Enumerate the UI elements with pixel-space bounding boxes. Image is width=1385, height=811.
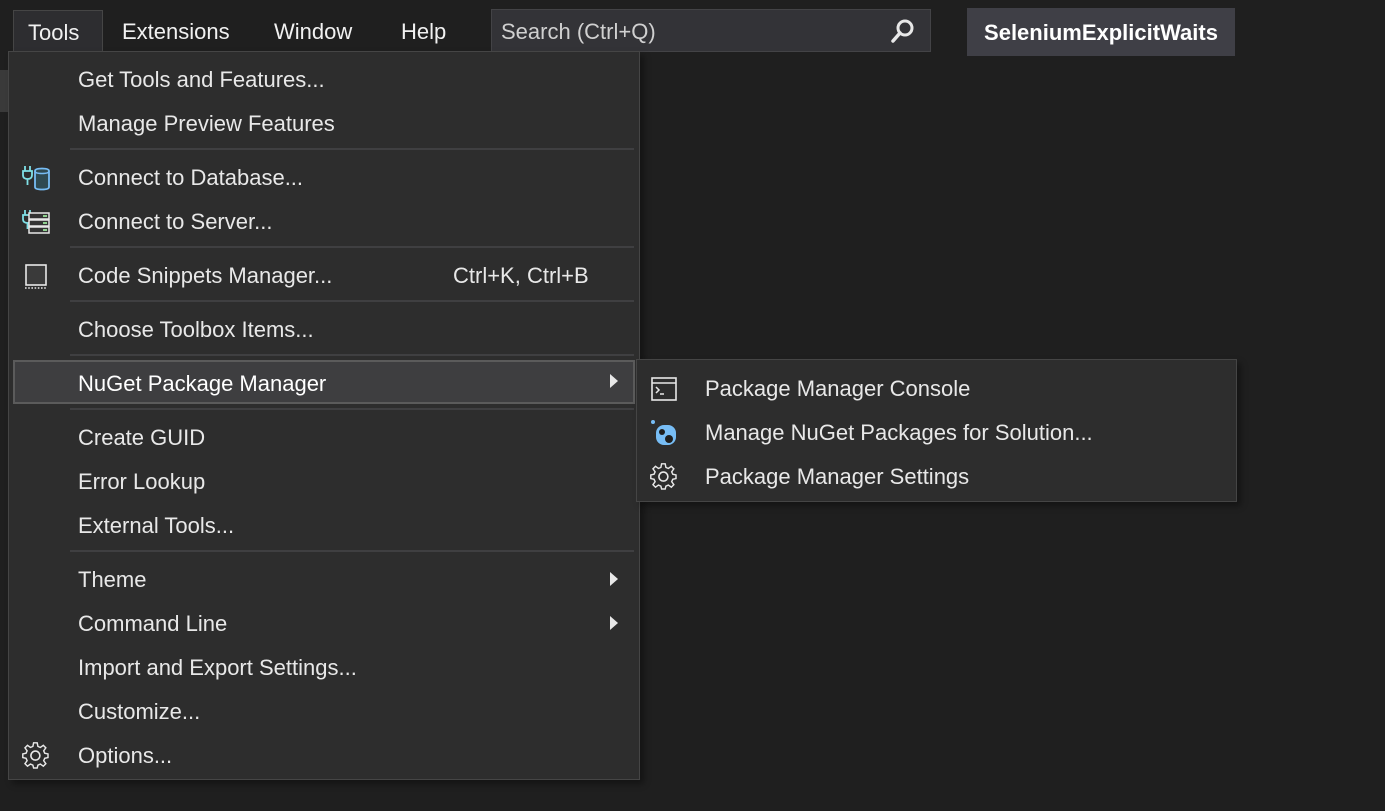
menu-item-label: NuGet Package Manager bbox=[78, 371, 327, 396]
menu-extensions[interactable]: Extensions bbox=[108, 10, 244, 50]
submenu-item-label: Package Manager Console bbox=[705, 376, 971, 401]
menu-item-label: Create GUID bbox=[78, 425, 206, 450]
menu-item-label: Choose Toolbox Items... bbox=[78, 317, 314, 342]
menu-item-import-export-settings[interactable]: Import and Export Settings... bbox=[9, 646, 639, 688]
menu-item-label: Options... bbox=[78, 743, 173, 768]
menu-item-get-tools-and-features[interactable]: Get Tools and Features... bbox=[9, 58, 639, 100]
menu-item-label: Code Snippets Manager... bbox=[78, 263, 333, 288]
database-connect-icon bbox=[22, 166, 50, 191]
submenu-item-label: Manage NuGet Packages for Solution... bbox=[705, 420, 1093, 445]
menu-item-nuget-package-manager[interactable]: NuGet Package Manager bbox=[13, 360, 635, 404]
menu-item-options[interactable]: Options... bbox=[9, 734, 639, 776]
menu-item-label: Manage Preview Features bbox=[78, 111, 335, 136]
submenu-arrow-icon bbox=[610, 616, 618, 630]
menu-item-label: Command Line bbox=[78, 611, 228, 636]
menu-item-command-line[interactable]: Command Line bbox=[9, 602, 639, 644]
search-box[interactable] bbox=[491, 9, 931, 53]
menu-item-connect-to-server[interactable]: Connect to Server... bbox=[9, 200, 639, 242]
console-icon bbox=[651, 377, 677, 401]
menu-help[interactable]: Help bbox=[387, 10, 460, 50]
submenu-arrow-icon bbox=[610, 374, 618, 388]
server-connect-icon bbox=[22, 210, 50, 234]
menu-item-create-guid[interactable]: Create GUID bbox=[9, 416, 639, 458]
menu-item-choose-toolbox-items[interactable]: Choose Toolbox Items... bbox=[9, 308, 639, 350]
menu-item-label: Get Tools and Features... bbox=[78, 67, 325, 92]
menu-item-error-lookup[interactable]: Error Lookup bbox=[9, 460, 639, 502]
menu-item-label: Customize... bbox=[78, 699, 201, 724]
menu-separator bbox=[70, 354, 634, 356]
nuget-submenu: Package Manager Console Manage NuGet Pac… bbox=[636, 359, 1237, 502]
submenu-arrow-icon bbox=[610, 572, 618, 586]
menu-extensions-label: Extensions bbox=[122, 19, 230, 44]
menu-help-label: Help bbox=[401, 19, 447, 44]
search-icon[interactable] bbox=[890, 18, 916, 44]
menu-tools-label: Tools bbox=[28, 20, 80, 45]
menu-item-manage-preview-features[interactable]: Manage Preview Features bbox=[9, 102, 639, 144]
menu-item-label: Connect to Server... bbox=[78, 209, 273, 234]
submenu-item-package-manager-console[interactable]: Package Manager Console bbox=[637, 367, 1236, 411]
search-input[interactable] bbox=[492, 10, 883, 53]
menu-item-label: External Tools... bbox=[78, 513, 235, 538]
nuget-icon bbox=[651, 420, 676, 445]
menu-separator bbox=[70, 148, 634, 150]
menu-item-label: Theme bbox=[78, 567, 147, 592]
menu-tools[interactable]: Tools bbox=[13, 10, 103, 52]
gear-icon bbox=[22, 742, 49, 769]
menu-separator bbox=[70, 550, 634, 552]
submenu-item-manage-nuget-packages[interactable]: Manage NuGet Packages for Solution... bbox=[637, 411, 1236, 455]
menu-item-theme[interactable]: Theme bbox=[9, 558, 639, 600]
menu-item-external-tools[interactable]: External Tools... bbox=[9, 504, 639, 546]
menu-window-label: Window bbox=[274, 19, 353, 44]
code-snippets-icon bbox=[25, 264, 47, 289]
menu-separator bbox=[70, 246, 634, 248]
menu-item-customize[interactable]: Customize... bbox=[9, 690, 639, 732]
menu-item-shortcut: Ctrl+K, Ctrl+B bbox=[453, 263, 589, 288]
menu-item-label: Error Lookup bbox=[78, 469, 206, 494]
menu-separator bbox=[70, 300, 634, 302]
submenu-item-package-manager-settings[interactable]: Package Manager Settings bbox=[637, 455, 1236, 499]
menu-item-label: Connect to Database... bbox=[78, 165, 304, 190]
tools-menu-dropdown: Get Tools and Features... Manage Preview… bbox=[8, 51, 640, 780]
menu-window[interactable]: Window bbox=[260, 10, 366, 50]
side-panel-edge bbox=[0, 70, 8, 112]
gear-icon bbox=[650, 463, 677, 490]
submenu-item-label: Package Manager Settings bbox=[705, 464, 970, 489]
menu-item-code-snippets-manager[interactable]: Code Snippets Manager... Ctrl+K, Ctrl+B bbox=[9, 254, 639, 296]
menu-item-label: Import and Export Settings... bbox=[78, 655, 357, 680]
menu-separator bbox=[70, 408, 634, 410]
menu-item-connect-to-database[interactable]: Connect to Database... bbox=[9, 156, 639, 198]
solution-name-badge: SeleniumExplicitWaits bbox=[967, 8, 1235, 56]
